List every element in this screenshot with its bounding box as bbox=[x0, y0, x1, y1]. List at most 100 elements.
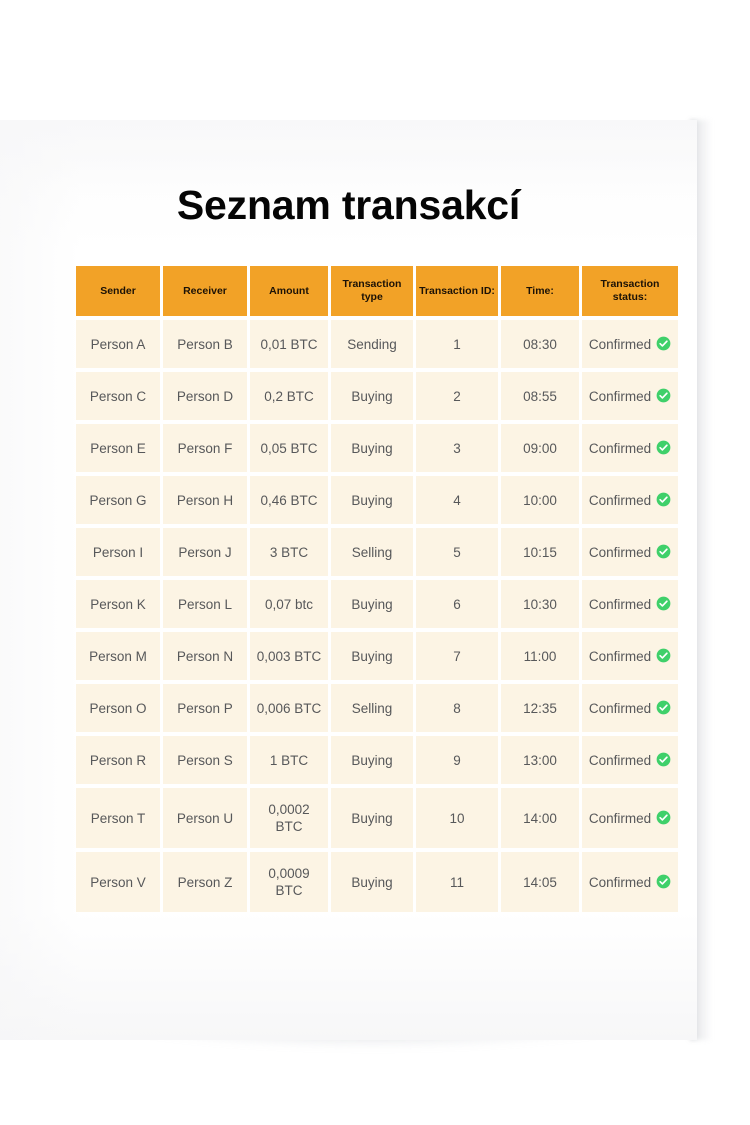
cell-transaction-id: 6 bbox=[416, 580, 498, 628]
cell-amount: 0,2 BTC bbox=[250, 372, 328, 420]
cell-receiver: Person L bbox=[163, 580, 247, 628]
column-header-time[interactable]: Time: bbox=[501, 266, 579, 316]
cell-sender: Person R bbox=[76, 736, 160, 784]
cell-amount: 0,0009 BTC bbox=[250, 852, 328, 912]
cell-transaction-type: Buying bbox=[331, 476, 413, 524]
cell-transaction-id: 2 bbox=[416, 372, 498, 420]
column-header-amount[interactable]: Amount bbox=[250, 266, 328, 316]
cell-transaction-type: Buying bbox=[331, 424, 413, 472]
check-circle-icon bbox=[656, 648, 671, 663]
cell-time: 14:00 bbox=[501, 788, 579, 848]
cell-transaction-status: Confirmed bbox=[582, 852, 678, 912]
cell-amount: 0,07 btc bbox=[250, 580, 328, 628]
status-badge: Confirmed bbox=[588, 752, 652, 768]
check-circle-icon bbox=[656, 544, 671, 559]
cell-transaction-type: Selling bbox=[331, 528, 413, 576]
status-badge: Confirmed bbox=[588, 336, 652, 352]
cell-transaction-type: Buying bbox=[331, 736, 413, 784]
cell-receiver: Person H bbox=[163, 476, 247, 524]
cell-receiver: Person F bbox=[163, 424, 247, 472]
table-row[interactable]: Person T Person U 0,0002 BTC Buying 10 14:00 C… bbox=[76, 788, 678, 848]
cell-time: 10:30 bbox=[501, 580, 579, 628]
cell-transaction-status: Confirmed bbox=[582, 372, 678, 420]
cell-sender: Person M bbox=[76, 632, 160, 680]
cell-transaction-id: 10 bbox=[416, 788, 498, 848]
cell-time: 08:30 bbox=[501, 320, 579, 368]
cell-receiver: Person B bbox=[163, 320, 247, 368]
cell-time: 14:05 bbox=[501, 852, 579, 912]
cell-transaction-type: Buying bbox=[331, 632, 413, 680]
cell-receiver: Person U bbox=[163, 788, 247, 848]
document-content: Seznam transakcí Sender Receiver Amount … bbox=[0, 120, 697, 1040]
cell-transaction-status: Confirmed bbox=[582, 528, 678, 576]
cell-receiver: Person S bbox=[163, 736, 247, 784]
cell-transaction-status: Confirmed bbox=[582, 476, 678, 524]
cell-transaction-status: Confirmed bbox=[582, 320, 678, 368]
table-row[interactable]: Person C Person D 0,2 BTC Buying 2 08:55 Confi… bbox=[76, 372, 678, 420]
cell-transaction-type: Buying bbox=[331, 852, 413, 912]
table-row[interactable]: Person E Person F 0,05 BTC Buying 3 09:00 Conf… bbox=[76, 424, 678, 472]
cell-time: 12:35 bbox=[501, 684, 579, 732]
cell-receiver: Person P bbox=[163, 684, 247, 732]
cell-sender: Person V bbox=[76, 852, 160, 912]
status-badge: Confirmed bbox=[588, 544, 652, 560]
check-circle-icon bbox=[656, 874, 671, 889]
cell-transaction-type: Buying bbox=[331, 580, 413, 628]
check-circle-icon bbox=[656, 752, 671, 767]
status-badge: Confirmed bbox=[588, 596, 652, 612]
table-body: Person A Person B 0,01 BTC Sending 1 08:30 Con… bbox=[76, 320, 678, 912]
column-header-transaction-id[interactable]: Transaction ID: bbox=[416, 266, 498, 316]
cell-transaction-id: 9 bbox=[416, 736, 498, 784]
status-badge: Confirmed bbox=[588, 874, 652, 890]
cell-transaction-status: Confirmed bbox=[582, 684, 678, 732]
page-title: Seznam transakcí bbox=[176, 182, 521, 228]
column-header-transaction-type[interactable]: Transaction type bbox=[331, 266, 413, 316]
cell-amount: 0,46 BTC bbox=[250, 476, 328, 524]
table-row[interactable]: Person K Person L 0,07 btc Buying 6 10:30 Conf… bbox=[76, 580, 678, 628]
cell-transaction-type: Buying bbox=[331, 372, 413, 420]
table-row[interactable]: Person V Person Z 0,0009 BTC Buying 11 14:05 C… bbox=[76, 852, 678, 912]
check-circle-icon bbox=[656, 336, 671, 351]
cell-receiver: Person N bbox=[163, 632, 247, 680]
cell-sender: Person A bbox=[76, 320, 160, 368]
cell-transaction-status: Confirmed bbox=[582, 424, 678, 472]
check-circle-icon bbox=[656, 810, 671, 825]
cell-transaction-id: 7 bbox=[416, 632, 498, 680]
cell-transaction-status: Confirmed bbox=[582, 632, 678, 680]
table-row[interactable]: Person G Person H 0,46 BTC Buying 4 10:00 Conf… bbox=[76, 476, 678, 524]
cell-amount: 0,05 BTC bbox=[250, 424, 328, 472]
cell-transaction-status: Confirmed bbox=[582, 788, 678, 848]
cell-sender: Person K bbox=[76, 580, 160, 628]
check-circle-icon bbox=[656, 440, 671, 455]
cell-time: 08:55 bbox=[501, 372, 579, 420]
table-row[interactable]: Person A Person B 0,01 BTC Sending 1 08:30 Con… bbox=[76, 320, 678, 368]
cell-receiver: Person J bbox=[163, 528, 247, 576]
cell-transaction-status: Confirmed bbox=[582, 736, 678, 784]
table-row[interactable]: Person O Person P 0,006 BTC Selling 8 12:35 Co… bbox=[76, 684, 678, 732]
check-circle-icon bbox=[656, 388, 671, 403]
cell-receiver: Person Z bbox=[163, 852, 247, 912]
cell-transaction-id: 3 bbox=[416, 424, 498, 472]
table-row[interactable]: Person M Person N 0,003 BTC Buying 7 11:00 Con… bbox=[76, 632, 678, 680]
table-row[interactable]: Person I Person J3 BTC Selling 5 10:15 Confir… bbox=[76, 528, 678, 576]
cell-transaction-status: Confirmed bbox=[582, 580, 678, 628]
table-row[interactable]: Person R Person S1 BTC Buying 9 13:00 Confirm… bbox=[76, 736, 678, 784]
cell-time: 13:00 bbox=[501, 736, 579, 784]
column-header-transaction-status[interactable]: Transaction status: bbox=[582, 266, 678, 316]
column-header-sender[interactable]: Sender bbox=[76, 266, 160, 316]
column-header-receiver[interactable]: Receiver bbox=[163, 266, 247, 316]
cell-time: 10:15 bbox=[501, 528, 579, 576]
cell-amount: 0,006 BTC bbox=[250, 684, 328, 732]
cell-sender: Person T bbox=[76, 788, 160, 848]
cell-amount: 0,003 BTC bbox=[250, 632, 328, 680]
check-circle-icon bbox=[656, 492, 671, 507]
cell-sender: Person G bbox=[76, 476, 160, 524]
cell-transaction-type: Selling bbox=[331, 684, 413, 732]
cell-transaction-id: 11 bbox=[416, 852, 498, 912]
cell-transaction-type: Buying bbox=[331, 788, 413, 848]
cell-sender: Person I bbox=[76, 528, 160, 576]
table-header-row: Sender Receiver Amount Transaction type … bbox=[76, 266, 678, 316]
check-circle-icon bbox=[656, 596, 671, 611]
cell-receiver: Person D bbox=[163, 372, 247, 420]
status-badge: Confirmed bbox=[588, 388, 652, 404]
